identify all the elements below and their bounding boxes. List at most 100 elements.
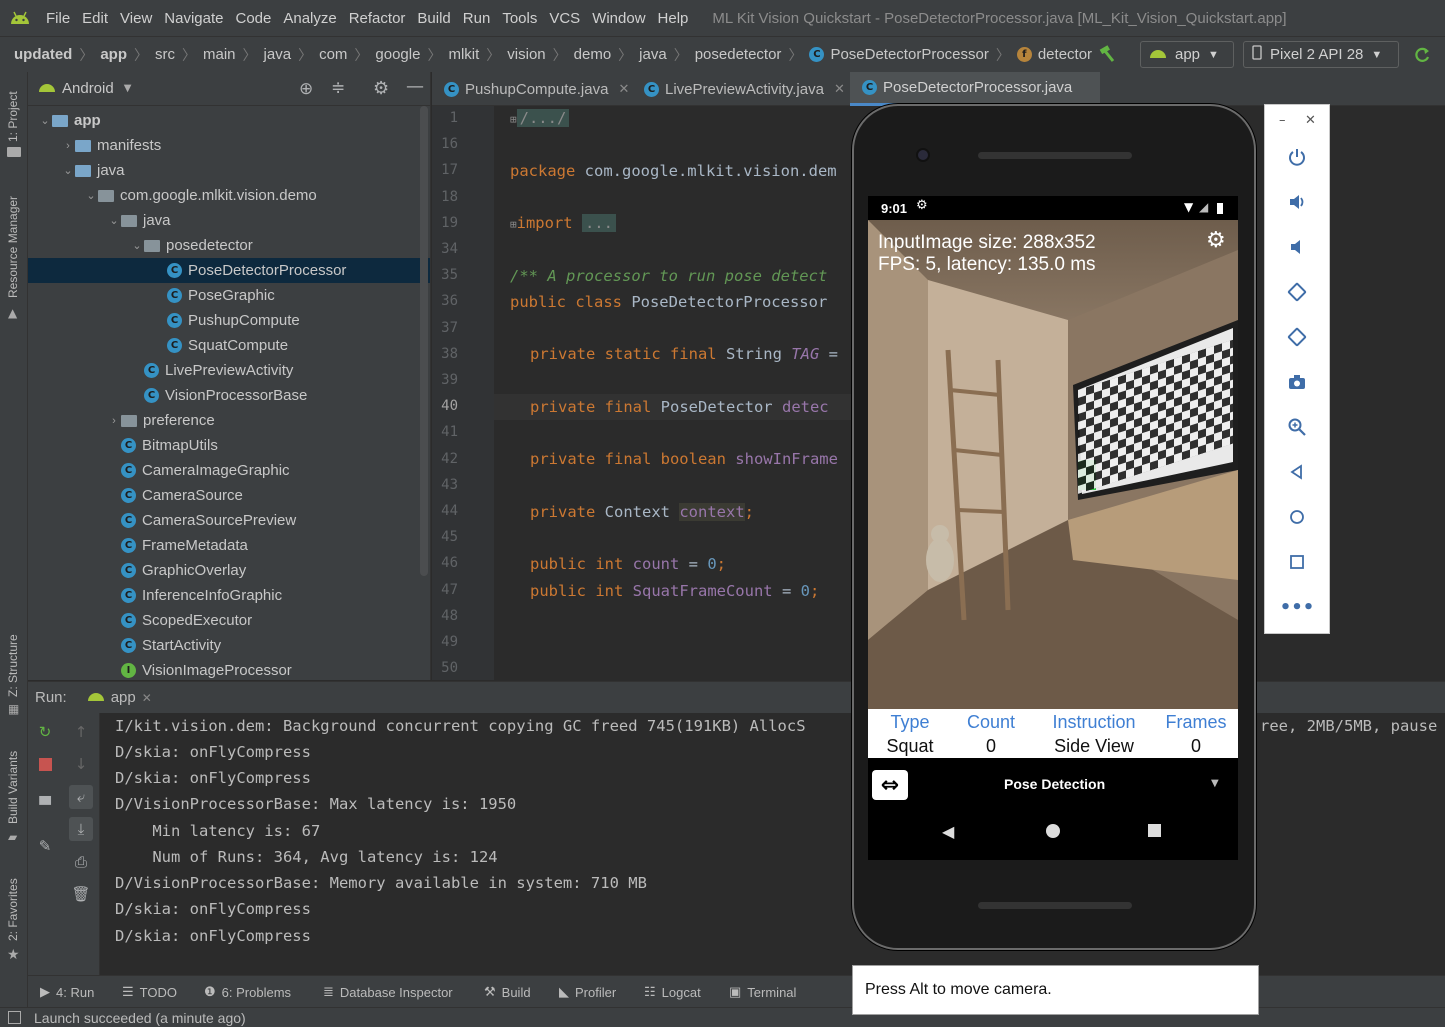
scroll-to-end-icon[interactable]: ⤓: [69, 817, 93, 841]
menu-analyze[interactable]: Analyze: [283, 10, 336, 27]
profiler-tool-button[interactable]: ◣ Profiler: [559, 984, 616, 1000]
nav-back-icon[interactable]: ◀: [942, 822, 954, 841]
tree-item-startactivity[interactable]: C StartActivity: [28, 633, 430, 658]
down-arrow-icon[interactable]: ↓: [69, 752, 93, 776]
tree-item-com-google-mlkit-vision-demo[interactable]: ⌄ com.google.mlkit.vision.demo: [28, 183, 430, 208]
toggle-tool-windows-icon[interactable]: [8, 1011, 21, 1024]
tree-item-posedetector[interactable]: ⌄ posedetector: [28, 233, 430, 258]
collapsed-arrow-icon[interactable]: ›: [61, 140, 75, 152]
tree-item-framemetadata[interactable]: C FrameMetadata: [28, 533, 430, 558]
expand-arrow-icon[interactable]: ⌄: [130, 239, 144, 252]
home-icon[interactable]: [1285, 505, 1309, 529]
caret-down-icon[interactable]: ▼: [1211, 778, 1219, 789]
problems-tool-button[interactable]: ❶ 6: Problems: [204, 984, 291, 1000]
camera-icon[interactable]: [1285, 370, 1309, 394]
tree-item-visionimageprocessor[interactable]: I VisionImageProcessor: [28, 658, 430, 680]
make-project-hammer-icon[interactable]: [1097, 44, 1117, 68]
breadcrumb-java-2[interactable]: java: [639, 46, 667, 63]
tree-item-inferenceinfographic[interactable]: C InferenceInfoGraphic: [28, 583, 430, 608]
tree-item-posedetectorprocessor[interactable]: C PoseDetectorProcessor: [28, 258, 430, 283]
camera-preview[interactable]: InputImage size: 288x352 FPS: 5, latency…: [868, 220, 1238, 709]
close-icon[interactable]: ✕: [142, 691, 152, 705]
menu-window[interactable]: Window: [592, 10, 645, 27]
menu-vcs[interactable]: VCS: [549, 10, 580, 27]
menu-tools[interactable]: Tools: [502, 10, 537, 27]
soft-wrap-icon[interactable]: ⤶: [69, 785, 93, 809]
build-tool-button[interactable]: ⚒ Build: [484, 984, 531, 1000]
settings-gear-icon[interactable]: ⚙: [1206, 228, 1226, 253]
build-variants-tool-button[interactable]: Build Variants: [6, 751, 20, 824]
menu-help[interactable]: Help: [658, 10, 689, 27]
trash-icon[interactable]: 🗑: [69, 882, 93, 906]
expand-arrow-icon[interactable]: ⌄: [107, 214, 121, 227]
breadcrumb-vision[interactable]: vision: [507, 46, 545, 63]
caret-down-icon[interactable]: ▼: [124, 83, 132, 94]
breadcrumb-app[interactable]: app: [100, 46, 127, 63]
zoom-icon[interactable]: [1285, 415, 1309, 439]
menu-run[interactable]: Run: [463, 10, 491, 27]
overview-icon[interactable]: [1285, 550, 1309, 574]
breadcrumb-demo[interactable]: demo: [574, 46, 612, 63]
run-tool-button[interactable]: ▶ 4: Run: [40, 984, 94, 1000]
nav-home-icon[interactable]: [1046, 824, 1060, 838]
tree-item-java[interactable]: ⌄ java: [28, 208, 430, 233]
breadcrumb-com[interactable]: com: [319, 46, 347, 63]
volume-up-icon[interactable]: [1285, 190, 1309, 214]
breadcrumb-main[interactable]: main: [203, 46, 236, 63]
menu-edit[interactable]: Edit: [82, 10, 108, 27]
pin-icon[interactable]: ✎: [33, 834, 57, 858]
breadcrumb-mlkit[interactable]: mlkit: [448, 46, 479, 63]
gear-icon[interactable]: ⚙: [373, 78, 389, 99]
tree-item-pushupcompute[interactable]: C PushupCompute: [28, 308, 430, 333]
todo-tool-button[interactable]: ☰ TODO: [122, 984, 177, 1000]
terminal-tool-button[interactable]: ▣ Terminal: [729, 984, 796, 1000]
breadcrumb-field[interactable]: f detector: [1016, 46, 1092, 63]
tree-item-graphicoverlay[interactable]: C GraphicOverlay: [28, 558, 430, 583]
minimize-icon[interactable]: –: [1279, 113, 1286, 128]
more-icon[interactable]: •••: [1280, 595, 1315, 619]
breadcrumb-java[interactable]: java: [264, 46, 292, 63]
switch-camera-icon[interactable]: ⇔: [872, 770, 908, 800]
tree-item-camerasource[interactable]: C CameraSource: [28, 483, 430, 508]
expand-arrow-icon[interactable]: ⌄: [38, 114, 52, 127]
tree-item-camerasourcepreview[interactable]: C CameraSourcePreview: [28, 508, 430, 533]
collapsed-arrow-icon[interactable]: ›: [107, 415, 121, 427]
tree-item-cameraimagegraphic[interactable]: C CameraImageGraphic: [28, 458, 430, 483]
run-config-select[interactable]: app ▼: [1140, 41, 1234, 68]
folded-header[interactable]: /.../: [516, 109, 570, 127]
project-tool-button[interactable]: 1: Project: [6, 91, 20, 142]
menu-view[interactable]: View: [120, 10, 152, 27]
stop-icon[interactable]: [33, 752, 57, 776]
breadcrumb-class[interactable]: C PoseDetectorProcessor: [809, 46, 989, 63]
tree-item-visionprocessorbase[interactable]: C VisionProcessorBase: [28, 383, 430, 408]
tab-pose-detector-processor[interactable]: C PoseDetectorProcessor.java: [850, 72, 1100, 106]
logcat-tool-button[interactable]: ☷ Logcat: [644, 984, 701, 1000]
collapse-all-icon[interactable]: ≑: [331, 78, 345, 98]
back-icon[interactable]: [1285, 460, 1309, 484]
project-scrollbar[interactable]: [420, 106, 428, 576]
menu-build[interactable]: Build: [417, 10, 450, 27]
close-icon[interactable]: ✕: [1305, 113, 1316, 128]
project-view-mode[interactable]: Android: [62, 80, 114, 97]
database-inspector-tool-button[interactable]: ≣ Database Inspector: [323, 984, 453, 1000]
device-select[interactable]: Pixel 2 API 28 ▼: [1243, 41, 1399, 68]
tree-item-posegraphic[interactable]: C PoseGraphic: [28, 283, 430, 308]
nav-overview-icon[interactable]: [1148, 824, 1161, 837]
tree-item-squatcompute[interactable]: C SquatCompute: [28, 333, 430, 358]
apply-changes-icon[interactable]: [1412, 45, 1432, 69]
menu-code[interactable]: Code: [235, 10, 271, 27]
print-icon[interactable]: ⎙: [69, 850, 93, 874]
close-icon[interactable]: ✕: [834, 81, 845, 97]
layout-icon[interactable]: ▀: [33, 793, 57, 817]
resource-manager-tool-button[interactable]: Resource Manager: [6, 196, 20, 298]
expand-arrow-icon[interactable]: ⌄: [61, 164, 75, 177]
tree-item-livepreviewactivity[interactable]: C LivePreviewActivity: [28, 358, 430, 383]
tree-item-bitmaputils[interactable]: C BitmapUtils: [28, 433, 430, 458]
structure-tool-button[interactable]: Z: Structure: [6, 634, 20, 697]
tab-pushup-compute[interactable]: C PushupCompute.java ✕: [432, 72, 632, 106]
tree-item-manifests[interactable]: › manifests: [28, 133, 430, 158]
tree-item-scopedexecutor[interactable]: C ScopedExecutor: [28, 608, 430, 633]
locate-icon[interactable]: ⊕: [299, 79, 313, 99]
breadcrumb-project[interactable]: updated: [14, 46, 72, 63]
rotate-right-icon[interactable]: [1285, 325, 1309, 349]
